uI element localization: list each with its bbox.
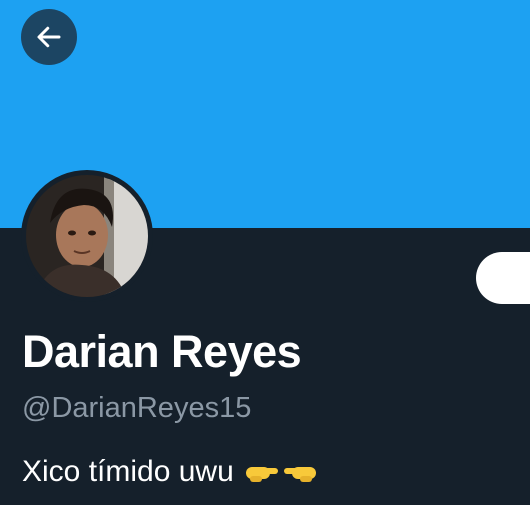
pointing-left-emoji-icon [283, 467, 316, 482]
avatar-container[interactable] [21, 170, 153, 302]
arrow-left-icon [37, 26, 61, 48]
bio-text: Xico tímido uwu [22, 455, 234, 488]
bio: Xico tímido uwu [22, 455, 318, 489]
back-button[interactable] [21, 9, 77, 65]
user-handle: @DarianReyes15 [22, 392, 252, 424]
avatar [26, 175, 148, 297]
pointing-right-emoji-icon [245, 467, 278, 482]
edit-profile-button[interactable] [476, 252, 530, 304]
display-name: Darian Reyes [22, 326, 302, 377]
